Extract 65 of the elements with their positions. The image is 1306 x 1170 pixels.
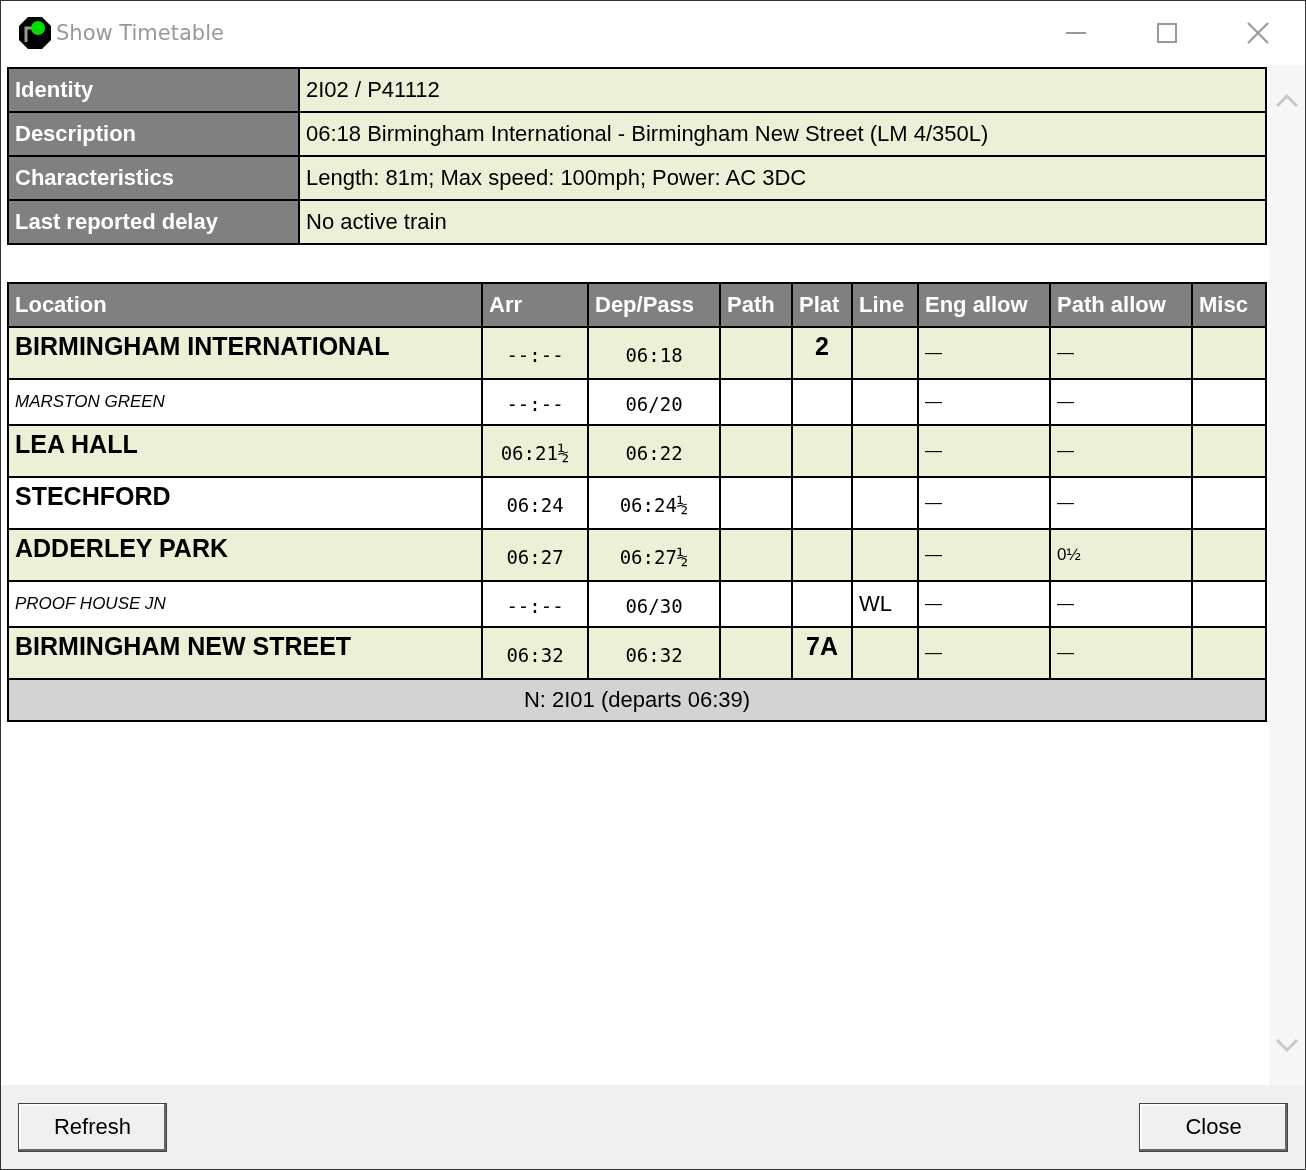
table-cell: 7A (792, 627, 852, 679)
column-header: Eng allow (918, 283, 1050, 327)
table-cell: 06:18 (588, 327, 720, 379)
table-cell: — (918, 627, 1050, 679)
table-cell: 0½ (1050, 529, 1192, 581)
vertical-scrollbar[interactable] (1269, 65, 1305, 1085)
table-cell: MARSTON GREEN (8, 379, 482, 425)
detail-label: Characteristics (8, 156, 299, 200)
dialog-button[interactable]: Refresh (18, 1102, 167, 1152)
column-header: Line (852, 283, 918, 327)
table-cell: — (918, 581, 1050, 627)
close-icon[interactable] (1247, 22, 1269, 44)
table-cell: — (1050, 581, 1192, 627)
detail-label: Last reported delay (8, 200, 299, 244)
table-cell: — (918, 477, 1050, 529)
detail-value: 2I02 / P41112 (299, 68, 1266, 112)
table-cell: — (1050, 627, 1192, 679)
column-header: Location (8, 283, 482, 327)
scroll-up-icon[interactable] (1276, 93, 1298, 107)
table-cell: 2 (792, 327, 852, 379)
table-cell: 06/30 (588, 581, 720, 627)
table-cell: 06/20 (588, 379, 720, 425)
table-cell: --:-- (482, 327, 588, 379)
window-title: Show Timetable (56, 21, 224, 45)
table-cell: BIRMINGHAM NEW STREET (8, 627, 482, 679)
table-cell: — (1050, 425, 1192, 477)
table-cell: — (1050, 477, 1192, 529)
table-cell: ADDERLEY PARK (8, 529, 482, 581)
signal-light-icon (18, 16, 52, 50)
detail-value: 06:18 Birmingham International - Birmingham New Street (LM 4/350L) (299, 112, 1266, 156)
column-header: Path (720, 283, 792, 327)
scroll-down-icon[interactable] (1276, 1039, 1298, 1053)
column-header: Plat (792, 283, 852, 327)
table-cell: 06:22 (588, 425, 720, 477)
table-cell: LEA HALL (8, 425, 482, 477)
table-cell: — (918, 327, 1050, 379)
table-cell: 06:21½ (482, 425, 588, 477)
table-cell: — (1050, 379, 1192, 425)
column-header: Path allow (1050, 283, 1192, 327)
table-cell: PROOF HOUSE JN (8, 581, 482, 627)
table-cell: WL (852, 581, 918, 627)
next-working-cell: N: 2I01 (departs 06:39) (8, 679, 1266, 721)
table-cell: — (1050, 327, 1192, 379)
table-cell: BIRMINGHAM INTERNATIONAL (8, 327, 482, 379)
maximize-icon[interactable] (1157, 23, 1177, 43)
table-cell: 06:27½ (588, 529, 720, 581)
table-cell: --:-- (482, 379, 588, 425)
table-cell: 06:32 (588, 627, 720, 679)
column-header: Arr (482, 283, 588, 327)
table-cell: 06:32 (482, 627, 588, 679)
detail-value: Length: 81m; Max speed: 100mph; Power: AC 3DC (299, 156, 1266, 200)
table-cell: 06:27 (482, 529, 588, 581)
table-cell: 06:24 (482, 477, 588, 529)
table-cell: — (918, 379, 1050, 425)
detail-label: Description (8, 112, 299, 156)
table-cell: STECHFORD (8, 477, 482, 529)
detail-label: Identity (8, 68, 299, 112)
table-cell: --:-- (482, 581, 588, 627)
column-header: Misc (1192, 283, 1266, 327)
detail-value: No active train (299, 200, 1266, 244)
table-cell: — (918, 425, 1050, 477)
table-cell: — (918, 529, 1050, 581)
table-cell: 06:24½ (588, 477, 720, 529)
dialog-button[interactable]: Close (1139, 1102, 1288, 1152)
column-header: Dep/Pass (588, 283, 720, 327)
